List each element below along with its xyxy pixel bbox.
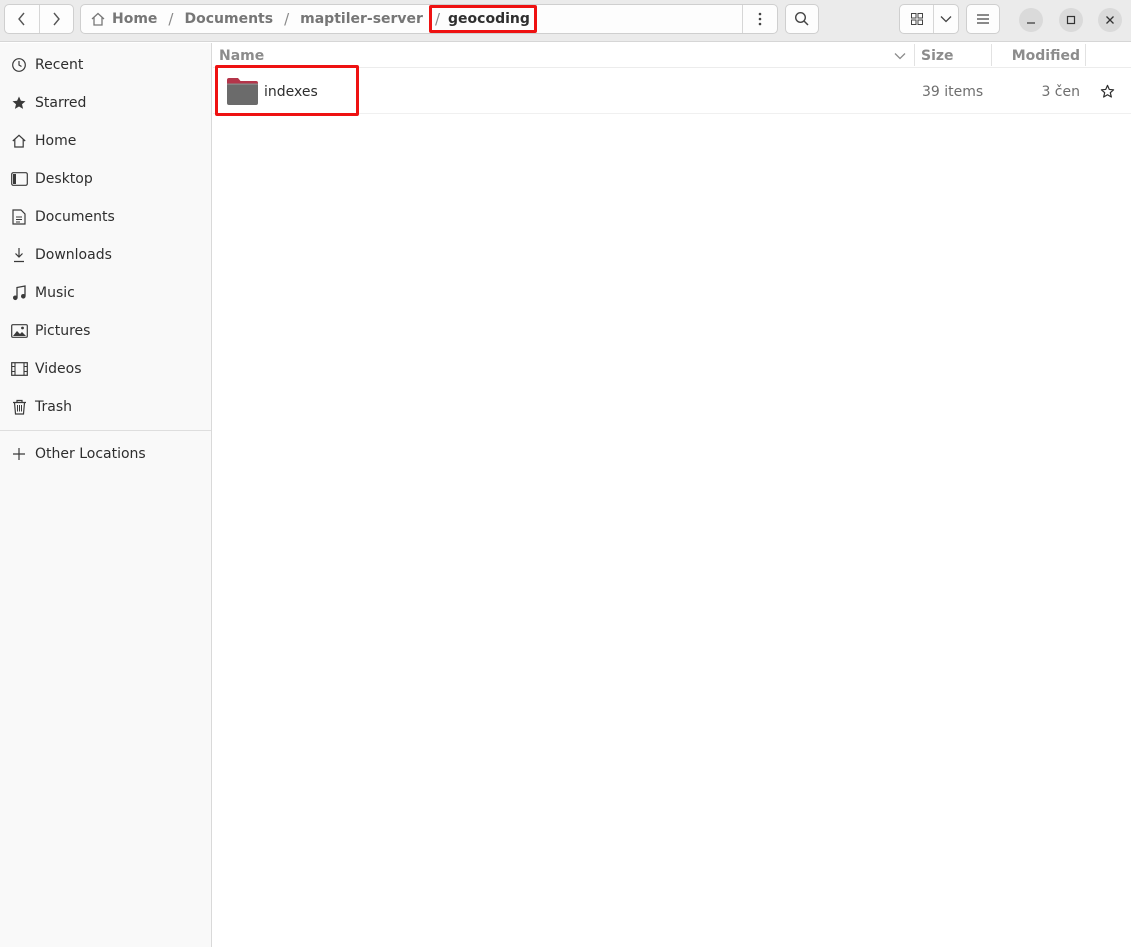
sidebar-item-recent[interactable]: Recent (0, 46, 211, 84)
chevron-down-icon (940, 16, 952, 23)
breadcrumb-label: geocoding (448, 11, 530, 27)
sidebar-item-label: Other Locations (35, 446, 146, 462)
forward-button[interactable] (38, 5, 74, 33)
sidebar-item-trash[interactable]: Trash (0, 388, 211, 426)
sidebar-item-desktop[interactable]: Desktop (0, 160, 211, 198)
sidebar-item-label: Videos (35, 361, 82, 377)
column-header-modified[interactable]: Modified (992, 43, 1080, 68)
sidebar-item-music[interactable]: Music (0, 274, 211, 312)
column-header-label: Size (921, 47, 954, 64)
grid-icon (910, 13, 923, 25)
close-icon (1106, 16, 1114, 24)
minimize-icon (1027, 22, 1035, 24)
file-row-indexes[interactable]: indexes 39 items 3 čen (213, 65, 1131, 116)
sidebar-item-label: Music (35, 285, 75, 301)
column-divider (1085, 44, 1086, 66)
film-icon (10, 360, 28, 378)
highlight-box-current-folder: / geocoding (428, 5, 537, 33)
sidebar-divider (0, 430, 211, 431)
search-button[interactable] (785, 4, 819, 34)
sidebar-item-label: Recent (35, 57, 84, 73)
breadcrumb-separator: / (284, 10, 290, 28)
view-switcher (899, 4, 959, 34)
sidebar-item-home[interactable]: Home (0, 122, 211, 160)
music-icon (10, 284, 28, 302)
search-icon (794, 11, 809, 26)
maximize-button[interactable] (1059, 8, 1083, 32)
file-name: indexes (264, 83, 318, 100)
trash-icon (10, 398, 28, 416)
sidebar-item-documents[interactable]: Documents (0, 198, 211, 236)
breadcrumb-separator: / (434, 10, 441, 28)
breadcrumb-label: maptiler-server (300, 11, 423, 27)
breadcrumb-documents[interactable]: Documents (184, 11, 273, 27)
sidebar-item-label: Home (35, 133, 77, 149)
path-options-button[interactable] (742, 5, 777, 33)
breadcrumb-home[interactable]: Home (90, 11, 157, 27)
chevron-left-icon (17, 12, 25, 26)
chevron-right-icon (53, 12, 61, 26)
sidebar-item-pictures[interactable]: Pictures (0, 312, 211, 350)
desktop-icon (10, 170, 28, 188)
sidebar-item-starred[interactable]: Starred (0, 84, 211, 122)
sidebar-item-downloads[interactable]: Downloads (0, 236, 211, 274)
home-icon (91, 12, 105, 26)
sidebar-item-label: Documents (35, 209, 115, 225)
main-menu-button[interactable] (966, 4, 1000, 34)
sidebar-item-label: Downloads (35, 247, 112, 263)
folder-icon (227, 78, 258, 105)
vertical-dots-icon (758, 12, 762, 26)
document-icon (10, 208, 28, 226)
back-button[interactable] (5, 5, 39, 33)
breadcrumb-label: Documents (184, 11, 274, 27)
star-icon (10, 94, 28, 112)
maximize-icon (1066, 15, 1076, 25)
view-options-button[interactable] (933, 5, 958, 33)
minimize-button[interactable] (1019, 8, 1043, 32)
breadcrumb-separator: / (168, 10, 174, 28)
plus-icon (10, 445, 28, 463)
header-bar: Home / Documents / maptiler-server / geo… (0, 0, 1131, 42)
navigation-buttons (4, 4, 74, 34)
sidebar-item-label: Pictures (35, 323, 91, 339)
column-header-size[interactable]: Size (921, 43, 991, 68)
picture-icon (10, 322, 28, 340)
sidebar-item-other-locations[interactable]: Other Locations (0, 435, 211, 473)
column-divider (914, 44, 915, 66)
download-icon (10, 246, 28, 264)
home-icon (10, 132, 28, 150)
grid-view-button[interactable] (900, 5, 933, 33)
file-size: 39 items (922, 83, 984, 100)
star-button[interactable] (1100, 69, 1115, 114)
breadcrumb-geocoding[interactable]: geocoding (448, 11, 530, 27)
column-header-label: Modified (1011, 47, 1080, 64)
sidebar-item-label: Starred (35, 95, 87, 111)
star-outline-icon (1100, 84, 1115, 98)
sidebar: Recent Starred Home Desktop Documents Do… (0, 43, 212, 947)
sort-descending-icon (894, 53, 906, 60)
breadcrumb: Home / Documents / maptiler-server / geo… (80, 4, 778, 34)
file-list-view: Name Size Modified indexes 39 items 3 če… (213, 43, 1131, 947)
breadcrumb-maptiler-server[interactable]: maptiler-server (300, 11, 423, 27)
clock-icon (10, 56, 28, 74)
hamburger-menu-icon (977, 14, 989, 24)
sidebar-item-label: Desktop (35, 171, 93, 187)
sidebar-item-videos[interactable]: Videos (0, 350, 211, 388)
breadcrumb-label: Home (112, 11, 158, 27)
sidebar-item-label: Trash (35, 399, 72, 415)
file-modified: 3 čen (1041, 83, 1080, 100)
column-header-label: Name (219, 47, 265, 64)
close-button[interactable] (1098, 8, 1122, 32)
